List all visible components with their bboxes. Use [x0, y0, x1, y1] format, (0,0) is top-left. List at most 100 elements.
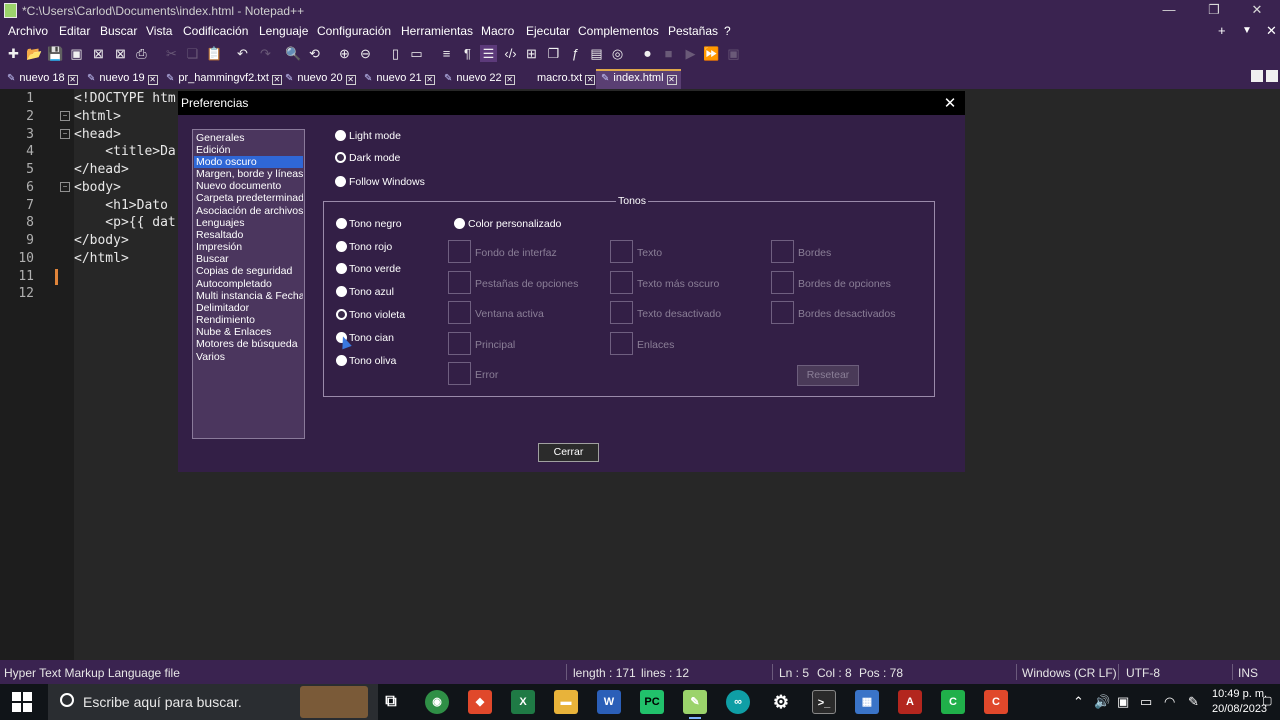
menu-help[interactable]: ? [724, 24, 731, 38]
tab-list-down-icon[interactable]: ▼ [1242, 25, 1252, 36]
acrobat-icon[interactable]: A [898, 690, 922, 714]
category-item[interactable]: Generales [194, 132, 303, 144]
fold-marker-icon[interactable]: − [60, 111, 70, 121]
sync-horizontal-icon[interactable]: ▭ [408, 45, 425, 62]
zoom-in-icon[interactable]: ⊕ [336, 45, 353, 62]
category-item[interactable]: Asociación de archivos [194, 205, 303, 217]
tab-close-icon[interactable]: ✕ [585, 75, 596, 85]
close-button[interactable]: Cerrar [538, 443, 599, 462]
close-file-icon[interactable]: ⊠ [90, 45, 107, 62]
color-swatch[interactable] [610, 301, 633, 324]
tab-close-icon[interactable]: ✕ [504, 75, 515, 85]
wifi-icon[interactable]: ◠ [1164, 694, 1175, 710]
store-icon[interactable]: ▦ [855, 690, 879, 714]
color-swatch[interactable] [448, 301, 471, 324]
menu-ejecutar[interactable]: Ejecutar [526, 24, 570, 38]
monitor-icon[interactable]: ▤ [588, 45, 605, 62]
undo-icon[interactable]: ↶ [234, 45, 251, 62]
word-wrap-icon[interactable]: ≡ [438, 45, 455, 62]
word-icon[interactable]: W [597, 690, 621, 714]
color-swatch[interactable] [610, 271, 633, 294]
color-swatch[interactable] [610, 332, 633, 355]
color-swatch[interactable] [448, 332, 471, 355]
terminal-icon[interactable]: >_ [812, 690, 836, 714]
category-item[interactable]: Resaltado [194, 229, 303, 241]
notification-icon[interactable]: ▣ [1117, 694, 1129, 710]
color-swatch[interactable] [771, 240, 794, 263]
paste-icon[interactable]: 📋 [206, 45, 223, 62]
xml-tag-icon[interactable]: ‹/› [502, 45, 519, 62]
tab-close-icon[interactable]: ✕ [345, 75, 356, 85]
color-swatch[interactable] [448, 240, 471, 263]
reset-button[interactable]: Resetear [797, 365, 859, 386]
status-eol[interactable]: Windows (CR LF) [1022, 666, 1117, 680]
tab-index-html[interactable]: ✎ index.html ✕ [596, 69, 681, 89]
category-item[interactable]: Multi instancia & Fecha [194, 290, 303, 302]
fold-marker-icon[interactable]: − [60, 129, 70, 139]
category-item[interactable]: Carpeta predeterminada [194, 192, 303, 204]
color-swatch[interactable] [448, 271, 471, 294]
menu-configuracion[interactable]: Configuración [317, 24, 391, 38]
tone-radio-azul[interactable] [336, 286, 347, 297]
category-list[interactable]: Generales Edición Modo oscuro Margen, bo… [192, 129, 305, 439]
minimize-icon[interactable]: — [1157, 2, 1181, 18]
menu-lenguaje[interactable]: Lenguaje [259, 24, 308, 38]
category-item[interactable]: Edición [194, 144, 303, 156]
light-mode-radio[interactable] [335, 130, 346, 141]
new-file-icon[interactable]: ✚ [5, 45, 22, 62]
tab-pr-hammingvf2[interactable]: ✎ pr_hammingvf2.txt ✕ [161, 69, 286, 89]
tab-nuevo-20[interactable]: ✎ nuevo 20 ✕ [280, 69, 360, 89]
tab-macro-txt[interactable]: macro.txt ✕ [532, 69, 599, 89]
category-item[interactable]: Delimitador [194, 302, 303, 314]
category-item[interactable]: Motores de búsqueda [194, 338, 303, 350]
panel-box-icon[interactable] [1251, 70, 1263, 82]
color-swatch[interactable] [448, 362, 471, 385]
open-file-icon[interactable]: 📂 [26, 45, 43, 62]
show-all-chars-icon[interactable]: ¶ [459, 45, 476, 62]
menu-editar[interactable]: Editar [59, 24, 90, 38]
close-icon[interactable]: ✕ [1245, 2, 1269, 18]
dark-mode-radio[interactable] [335, 152, 346, 163]
play-macro-icon[interactable]: ▶ [682, 45, 699, 62]
pycharm-icon[interactable]: PC [640, 690, 664, 714]
fold-marker-icon[interactable]: − [60, 182, 70, 192]
menu-buscar[interactable]: Buscar [100, 24, 137, 38]
redo-icon[interactable]: ↷ [257, 45, 274, 62]
save-all-icon[interactable]: ▣ [68, 45, 85, 62]
close-all-icon[interactable]: ⊠ [112, 45, 129, 62]
menu-vista[interactable]: Vista [146, 24, 172, 38]
save-icon[interactable]: 💾 [47, 45, 64, 62]
tab-close-icon[interactable]: ✕ [67, 75, 78, 85]
category-item[interactable]: Varios [194, 351, 303, 363]
tab-nuevo-21[interactable]: ✎ nuevo 21 ✕ [359, 69, 439, 89]
notification-center-icon[interactable]: ▢ [1262, 694, 1272, 707]
zoom-out-icon[interactable]: ⊖ [357, 45, 374, 62]
category-item[interactable]: Rendimiento [194, 314, 303, 326]
record-macro-icon[interactable]: ⏺ [639, 45, 656, 62]
tab-close-icon[interactable]: ✕ [666, 75, 677, 85]
map-icon[interactable]: ⊞ [523, 45, 540, 62]
windows-start-icon[interactable] [12, 692, 32, 712]
category-item[interactable]: Nube & Enlaces [194, 326, 303, 338]
close-doc-icon[interactable]: ✕ [1266, 23, 1277, 39]
category-item[interactable]: Impresión [194, 241, 303, 253]
dialog-close-icon[interactable]: ✕ [941, 94, 959, 112]
color-swatch[interactable] [771, 301, 794, 324]
category-item[interactable]: Copias de seguridad [194, 265, 303, 277]
function-list-icon[interactable]: ƒ [567, 45, 584, 62]
tone-radio-violeta[interactable] [336, 309, 347, 320]
taskbar-search-box[interactable]: Escribe aquí para buscar. [48, 684, 378, 720]
menu-codificacion[interactable]: Codificación [183, 24, 248, 38]
excel-icon[interactable]: X [511, 690, 535, 714]
tone-radio-rojo[interactable] [336, 241, 347, 252]
status-encoding[interactable]: UTF-8 [1126, 666, 1160, 680]
tone-radio-oliva[interactable] [336, 355, 347, 366]
find-icon[interactable]: 🔍 [285, 45, 302, 62]
tab-close-icon[interactable]: ✕ [424, 75, 435, 85]
print-icon[interactable]: ⎙ [133, 45, 150, 62]
task-view-icon[interactable]: ⧉ [379, 690, 403, 714]
indent-guide-icon[interactable]: ☰ [480, 45, 497, 62]
app-c-icon[interactable]: C [984, 690, 1008, 714]
category-item-selected[interactable]: Modo oscuro [194, 156, 303, 168]
category-item[interactable]: Autocompletado [194, 278, 303, 290]
